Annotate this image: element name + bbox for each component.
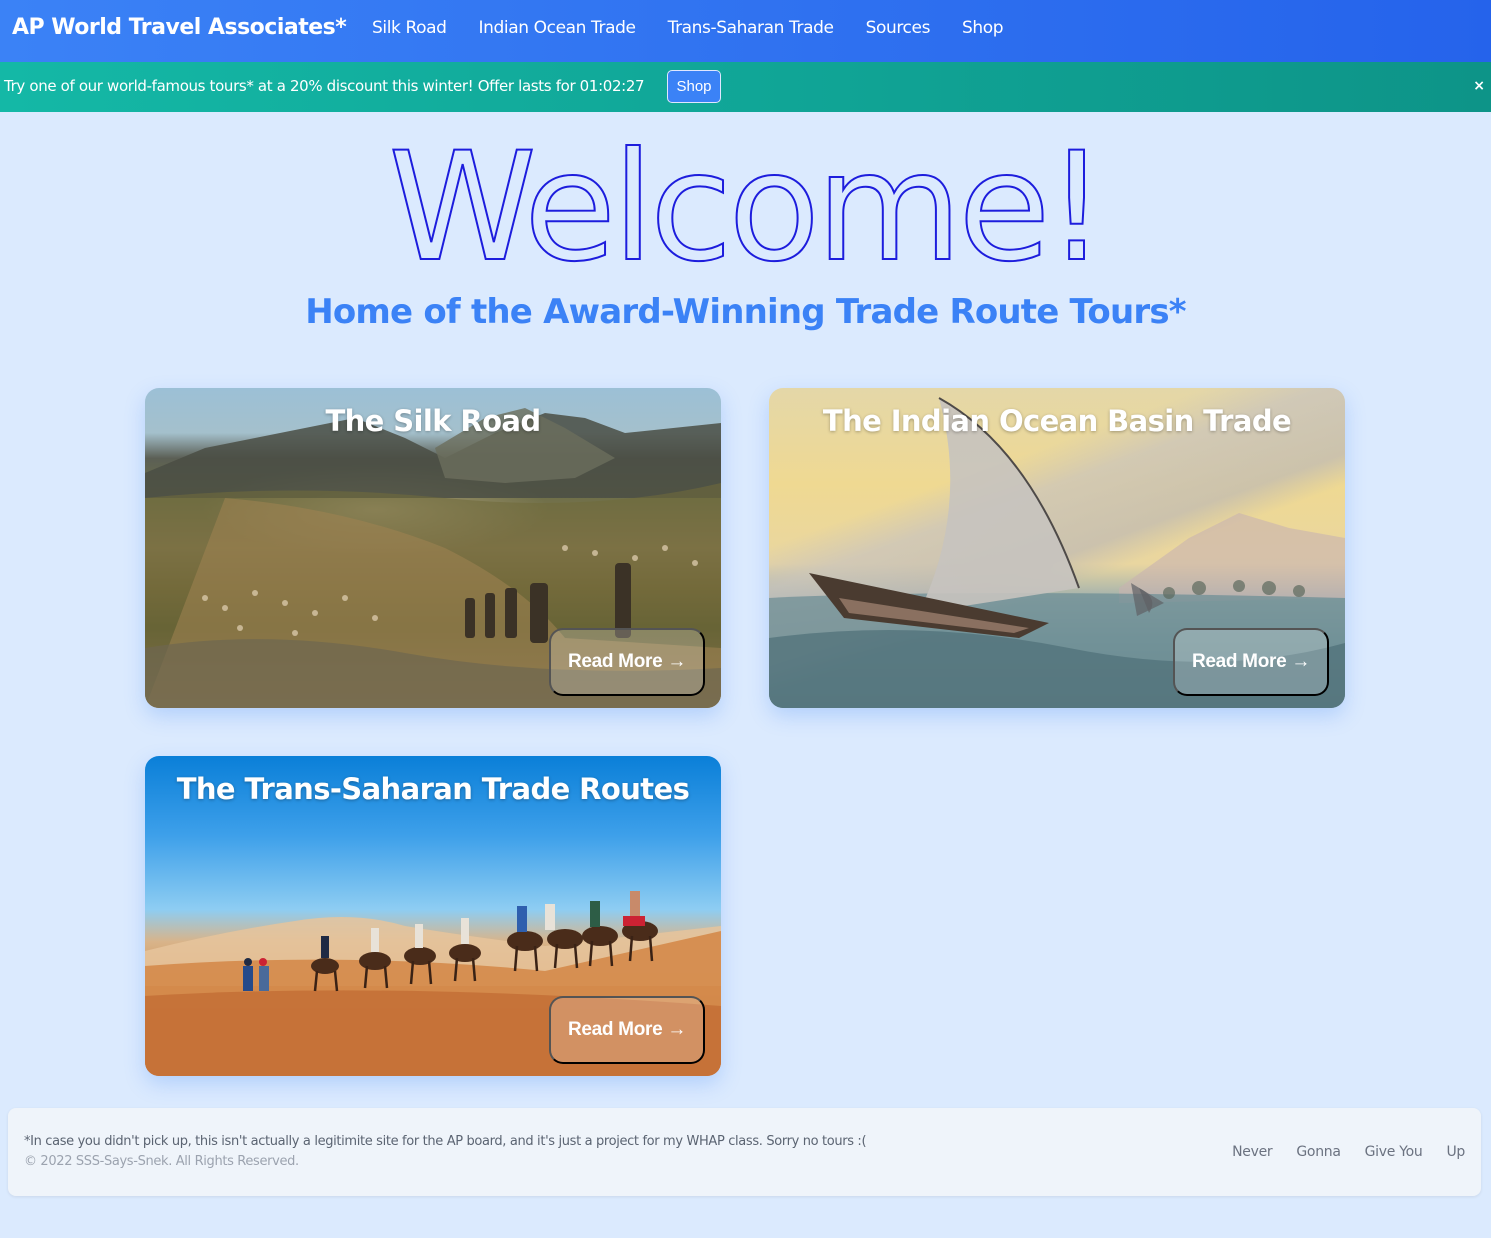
banner-shop-button[interactable]: Shop <box>667 70 721 103</box>
card-title: The Silk Road <box>325 404 541 438</box>
nav-link-trans-saharan-trade[interactable]: Trans-Saharan Trade <box>668 18 834 38</box>
card-title: The Trans-Saharan Trade Routes <box>176 772 690 806</box>
card-indian-ocean[interactable]: The Indian Ocean Basin Trade Read More → <box>769 388 1345 708</box>
promo-banner-text: Try one of our world-famous tours* at a … <box>4 77 645 95</box>
card-silk-road[interactable]: The Silk Road Read More → <box>145 388 721 708</box>
footer-links: Never Gonna Give You Up <box>1208 1144 1465 1160</box>
close-icon[interactable]: × <box>1473 78 1485 94</box>
hero-subtitle: Home of the Award-Winning Trade Route To… <box>305 292 1186 332</box>
footer-copyright: © 2022 SSS-Says-Snek. All Rights Reserve… <box>24 1154 299 1169</box>
nav-link-indian-ocean-trade[interactable]: Indian Ocean Trade <box>479 18 636 38</box>
card-trans-saharan[interactable]: The Trans-Saharan Trade Routes Read More… <box>145 756 721 1076</box>
nav-link-sources[interactable]: Sources <box>866 18 931 38</box>
footer-link-gonna[interactable]: Gonna <box>1296 1144 1341 1160</box>
nav-links: Silk Road Indian Ocean Trade Trans-Sahar… <box>372 18 1035 38</box>
brand-logo-link[interactable]: AP World Travel Associates* <box>12 15 347 40</box>
footer: *In case you didn't pick up, this isn't … <box>8 1108 1481 1196</box>
read-more-button[interactable]: Read More → <box>1173 628 1329 696</box>
welcome-heading: Welcome! <box>387 120 1107 296</box>
nav-link-shop[interactable]: Shop <box>962 18 1004 38</box>
card-title: The Indian Ocean Basin Trade <box>822 404 1292 438</box>
promo-banner: Try one of our world-famous tours* at a … <box>0 62 1491 112</box>
footer-link-give-you[interactable]: Give You <box>1365 1144 1423 1160</box>
footer-disclaimer: *In case you didn't pick up, this isn't … <box>24 1134 867 1149</box>
nav-link-silk-road[interactable]: Silk Road <box>372 18 447 38</box>
footer-link-up[interactable]: Up <box>1446 1144 1465 1160</box>
read-more-button[interactable]: Read More → <box>549 996 705 1064</box>
footer-link-never[interactable]: Never <box>1232 1144 1273 1160</box>
navbar: AP World Travel Associates* Silk Road In… <box>0 0 1491 62</box>
read-more-button[interactable]: Read More → <box>549 628 705 696</box>
